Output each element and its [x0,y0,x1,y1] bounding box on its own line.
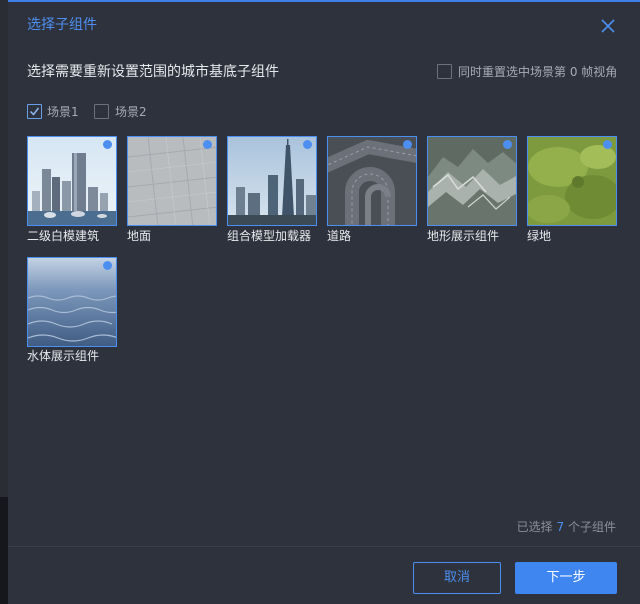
component-tile-green-space[interactable] [527,136,617,226]
component-tile-white-model-building[interactable] [27,136,117,226]
mountain-terrain-thumbnail [428,137,516,225]
background-strip [0,497,8,604]
dialog-subtitle: 选择需要重新设置范围的城市基底子组件 [27,64,279,80]
select-subcomponent-dialog: 选择子组件 选择需要重新设置范围的城市基底子组件 同时重置选中场景第 0 帧视角… [8,0,640,604]
scene2-label: 场景2 [115,105,147,119]
selected-indicator [503,140,512,149]
selected-indicator [103,140,112,149]
next-step-button[interactable]: 下一步 [515,562,617,594]
water-thumbnail [28,258,116,346]
selected-indicator [603,140,612,149]
selected-indicator [403,140,412,149]
close-icon [601,19,615,33]
check-icon [29,107,40,116]
component-label: 绿地 [527,229,552,243]
component-label: 道路 [327,229,352,243]
selected-indicator [303,140,312,149]
component-label: 组合模型加载器 [227,229,312,243]
concrete-ground-thumbnail [128,137,216,225]
scene2-checkbox[interactable] [94,104,109,119]
sync-frame-label: 同时重置选中场景第 0 帧视角 [458,65,618,79]
scene1-label: 场景1 [47,105,79,119]
count-suffix: 个子组件 [567,520,616,534]
component-label: 二级白模建筑 [27,229,100,243]
component-label: 水体展示组件 [27,349,100,363]
component-tile-road[interactable] [327,136,417,226]
scene1-checkbox[interactable] [27,104,42,119]
footer-divider [8,546,640,547]
sync-frame-checkbox[interactable] [437,64,452,79]
road-loop-thumbnail [328,137,416,225]
selected-count: 已选择 7 个子组件 [517,519,616,535]
selected-indicator [203,140,212,149]
count-number: 7 [556,520,565,534]
close-button[interactable] [598,16,618,36]
dialog-title: 选择子组件 [27,17,97,33]
component-tile-ground[interactable] [127,136,217,226]
city-skyline-thumbnail [28,137,116,225]
component-label: 地形展示组件 [427,229,500,243]
cancel-button[interactable]: 取消 [413,562,501,594]
component-tile-model-loader[interactable] [227,136,317,226]
component-tile-terrain[interactable] [427,136,517,226]
selected-indicator [103,261,112,270]
component-label: 地面 [127,229,152,243]
count-prefix: 已选择 [516,520,553,534]
grass-thumbnail [528,137,616,225]
component-tile-water[interactable] [27,257,117,347]
towers-thumbnail [228,137,316,225]
dialog-header: 选择子组件 [8,2,640,50]
